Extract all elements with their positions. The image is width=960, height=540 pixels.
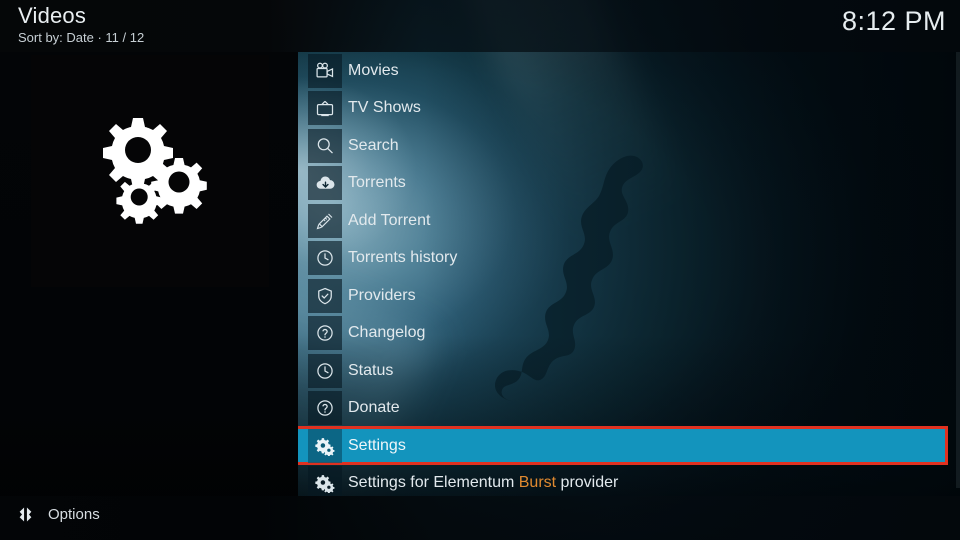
menu-item-torrents-history[interactable]: Torrents history — [300, 240, 960, 278]
menu-item-donate[interactable]: Donate — [300, 390, 960, 428]
gears-small-icon — [308, 428, 342, 463]
top-bar: Videos Sort by: Date · 11 / 12 8:12 PM — [0, 0, 960, 52]
menu-item-label: Status — [348, 361, 394, 379]
menu-label-part: Settings for Elementum — [348, 474, 519, 492]
menu-item-label: Torrents — [348, 174, 406, 192]
clock-icon — [308, 241, 342, 276]
menu-item-add-torrent[interactable]: Add Torrent — [300, 202, 960, 240]
menu-item-changelog[interactable]: Changelog — [300, 315, 960, 353]
gears-icon — [103, 118, 207, 224]
menu-item-label: Settings — [348, 436, 406, 454]
menu-item-label: Providers — [348, 286, 416, 304]
menu-item-label: Changelog — [348, 324, 426, 342]
page-header: Videos Sort by: Date · 11 / 12 — [18, 3, 144, 46]
kodi-screen: Videos Sort by: Date · 11 / 12 8:12 PM M… — [0, 0, 960, 540]
question-circle-icon — [308, 391, 342, 426]
menu-item-label: Torrents history — [348, 249, 458, 267]
question-circle-icon — [308, 316, 342, 351]
syringe-icon — [308, 203, 342, 238]
menu-scrollbar[interactable] — [956, 52, 960, 488]
menu-item-providers[interactable]: Providers — [300, 277, 960, 315]
left-right-arrows-icon — [19, 507, 32, 522]
left-panel — [0, 52, 298, 540]
menu-label-part: provider — [556, 474, 619, 492]
menu-item-label: Movies — [348, 61, 399, 79]
menu-item-settings[interactable]: Settings — [292, 426, 960, 465]
menu-item-label: Settings for Elementum Burst provider — [348, 474, 618, 492]
menu-item-tv-shows[interactable]: TV Shows — [300, 90, 960, 128]
menu-item-movies[interactable]: Movies — [300, 52, 960, 90]
menu-item-label: Search — [348, 136, 399, 154]
sort-info: Sort by: Date · 11 / 12 — [18, 30, 145, 45]
menu-item-label: Add Torrent — [348, 211, 431, 229]
search-icon — [308, 128, 342, 163]
menu-item-search[interactable]: Search — [300, 127, 960, 165]
menu-item-label: Donate — [348, 399, 400, 417]
tv-icon — [308, 91, 342, 126]
options-button[interactable]: Options — [16, 505, 100, 524]
clock-icon — [308, 353, 342, 388]
clock: 8:12 PM — [841, 6, 946, 36]
menu-item-torrents[interactable]: Torrents — [300, 165, 960, 203]
context-menu[interactable]: Movies TV Shows Search Torrents Add Torr… — [292, 52, 960, 502]
thumbnail-gears — [31, 55, 269, 287]
menu-item-status[interactable]: Status — [300, 352, 960, 390]
menu-label-accent: Burst — [518, 474, 557, 492]
menu-item-label: TV Shows — [348, 99, 421, 117]
page-title: Videos — [18, 3, 87, 28]
shield-check-icon — [308, 278, 342, 313]
bottom-bar: Options — [0, 496, 960, 540]
options-label: Options — [48, 506, 100, 523]
cloud-download-icon — [308, 166, 342, 201]
movie-camera-icon — [308, 53, 342, 88]
